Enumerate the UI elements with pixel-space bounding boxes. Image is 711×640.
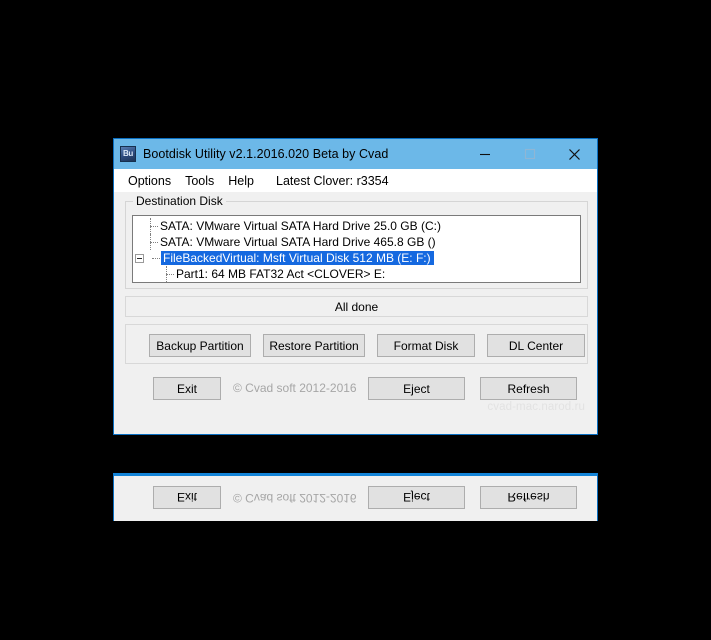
action-button-panel: Backup Partition Restore Partition Forma… bbox=[125, 324, 588, 364]
bootdisk-utility-window: Bu Bootdisk Utility v2.1.2016.020 Beta b… bbox=[113, 138, 598, 435]
maximize-icon bbox=[524, 148, 535, 160]
client-area: Destination Disk SATA: VMware Virtual SA… bbox=[114, 192, 597, 434]
close-button[interactable] bbox=[552, 139, 597, 169]
reflected-copyright-label: © Cvad soft 2012-2016 bbox=[233, 491, 357, 505]
reflected-refresh-button: Refresh bbox=[480, 486, 577, 509]
watermark-label: cvad-mac.narod.ru bbox=[487, 401, 585, 413]
destination-disk-label: Destination Disk bbox=[133, 194, 226, 208]
footer-panel: Exit © Cvad soft 2012-2016 Eject Refresh… bbox=[125, 370, 588, 413]
maximize-button[interactable] bbox=[507, 139, 552, 169]
app-icon: Bu bbox=[120, 146, 136, 162]
minimize-button[interactable] bbox=[462, 139, 507, 169]
menu-item-options[interactable]: Options bbox=[121, 172, 178, 190]
copyright-label: © Cvad soft 2012-2016 bbox=[233, 381, 357, 395]
reflection-content: Exit © Cvad soft 2012-2016 Eject Refresh bbox=[114, 476, 597, 520]
dl-center-button[interactable]: DL Center bbox=[487, 334, 585, 357]
tree-connector-icon bbox=[159, 266, 175, 282]
disk-tree-view[interactable]: SATA: VMware Virtual SATA Hard Drive 25.… bbox=[132, 215, 581, 283]
menu-item-tools[interactable]: Tools bbox=[178, 172, 221, 190]
tree-connector-icon bbox=[159, 282, 175, 283]
reflected-footer-panel: Exit © Cvad soft 2012-2016 Eject Refresh bbox=[125, 478, 588, 516]
window-title: Bootdisk Utility v2.1.2016.020 Beta by C… bbox=[143, 147, 389, 161]
tree-connector-icon bbox=[143, 234, 159, 250]
tree-item-disk-0[interactable]: SATA: VMware Virtual SATA Hard Drive 25.… bbox=[133, 218, 580, 234]
minimize-icon bbox=[479, 153, 490, 156]
title-bar[interactable]: Bu Bootdisk Utility v2.1.2016.020 Beta b… bbox=[114, 139, 597, 169]
collapse-minus-icon[interactable] bbox=[135, 253, 144, 263]
tree-item-disk-1[interactable]: SATA: VMware Virtual SATA Hard Drive 465… bbox=[133, 234, 580, 250]
latest-clover-label: Latest Clover: r3354 bbox=[276, 173, 389, 188]
eject-button[interactable]: Eject bbox=[368, 377, 465, 400]
tree-connector-icon bbox=[143, 218, 159, 234]
tree-item-label: Part1: 64 MB FAT32 Act <CLOVER> E: bbox=[176, 267, 386, 281]
tree-item-label: SATA: VMware Virtual SATA Hard Drive 465… bbox=[160, 235, 436, 249]
window-reflection: Exit © Cvad soft 2012-2016 Eject Refresh bbox=[113, 473, 598, 521]
destination-disk-group: Destination Disk SATA: VMware Virtual SA… bbox=[125, 194, 588, 289]
tree-connector-icon bbox=[145, 250, 161, 266]
refresh-button[interactable]: Refresh bbox=[480, 377, 577, 400]
reflected-exit-button: Exit bbox=[153, 486, 221, 509]
reflected-eject-button: Eject bbox=[368, 486, 465, 509]
menu-item-help[interactable]: Help bbox=[221, 172, 261, 190]
status-text: All done bbox=[334, 299, 379, 314]
exit-button[interactable]: Exit bbox=[153, 377, 221, 400]
backup-partition-button[interactable]: Backup Partition bbox=[149, 334, 251, 357]
status-panel: All done bbox=[125, 296, 588, 317]
tree-item-partition-2[interactable]: Part2: 446 MB <NONAME> F: bbox=[133, 282, 580, 283]
tree-item-disk-2-selected[interactable]: FileBackedVirtual: Msft Virtual Disk 512… bbox=[133, 250, 580, 266]
tree-item-label: SATA: VMware Virtual SATA Hard Drive 25.… bbox=[160, 219, 441, 233]
window-controls bbox=[462, 139, 597, 169]
tree-item-label: FileBackedVirtual: Msft Virtual Disk 512… bbox=[161, 251, 434, 265]
format-disk-button[interactable]: Format Disk bbox=[377, 334, 475, 357]
close-icon bbox=[569, 148, 580, 160]
tree-item-partition-1[interactable]: Part1: 64 MB FAT32 Act <CLOVER> E: bbox=[133, 266, 580, 282]
restore-partition-button[interactable]: Restore Partition bbox=[263, 334, 365, 357]
menu-bar: Options Tools Help Latest Clover: r3354 bbox=[114, 169, 597, 192]
